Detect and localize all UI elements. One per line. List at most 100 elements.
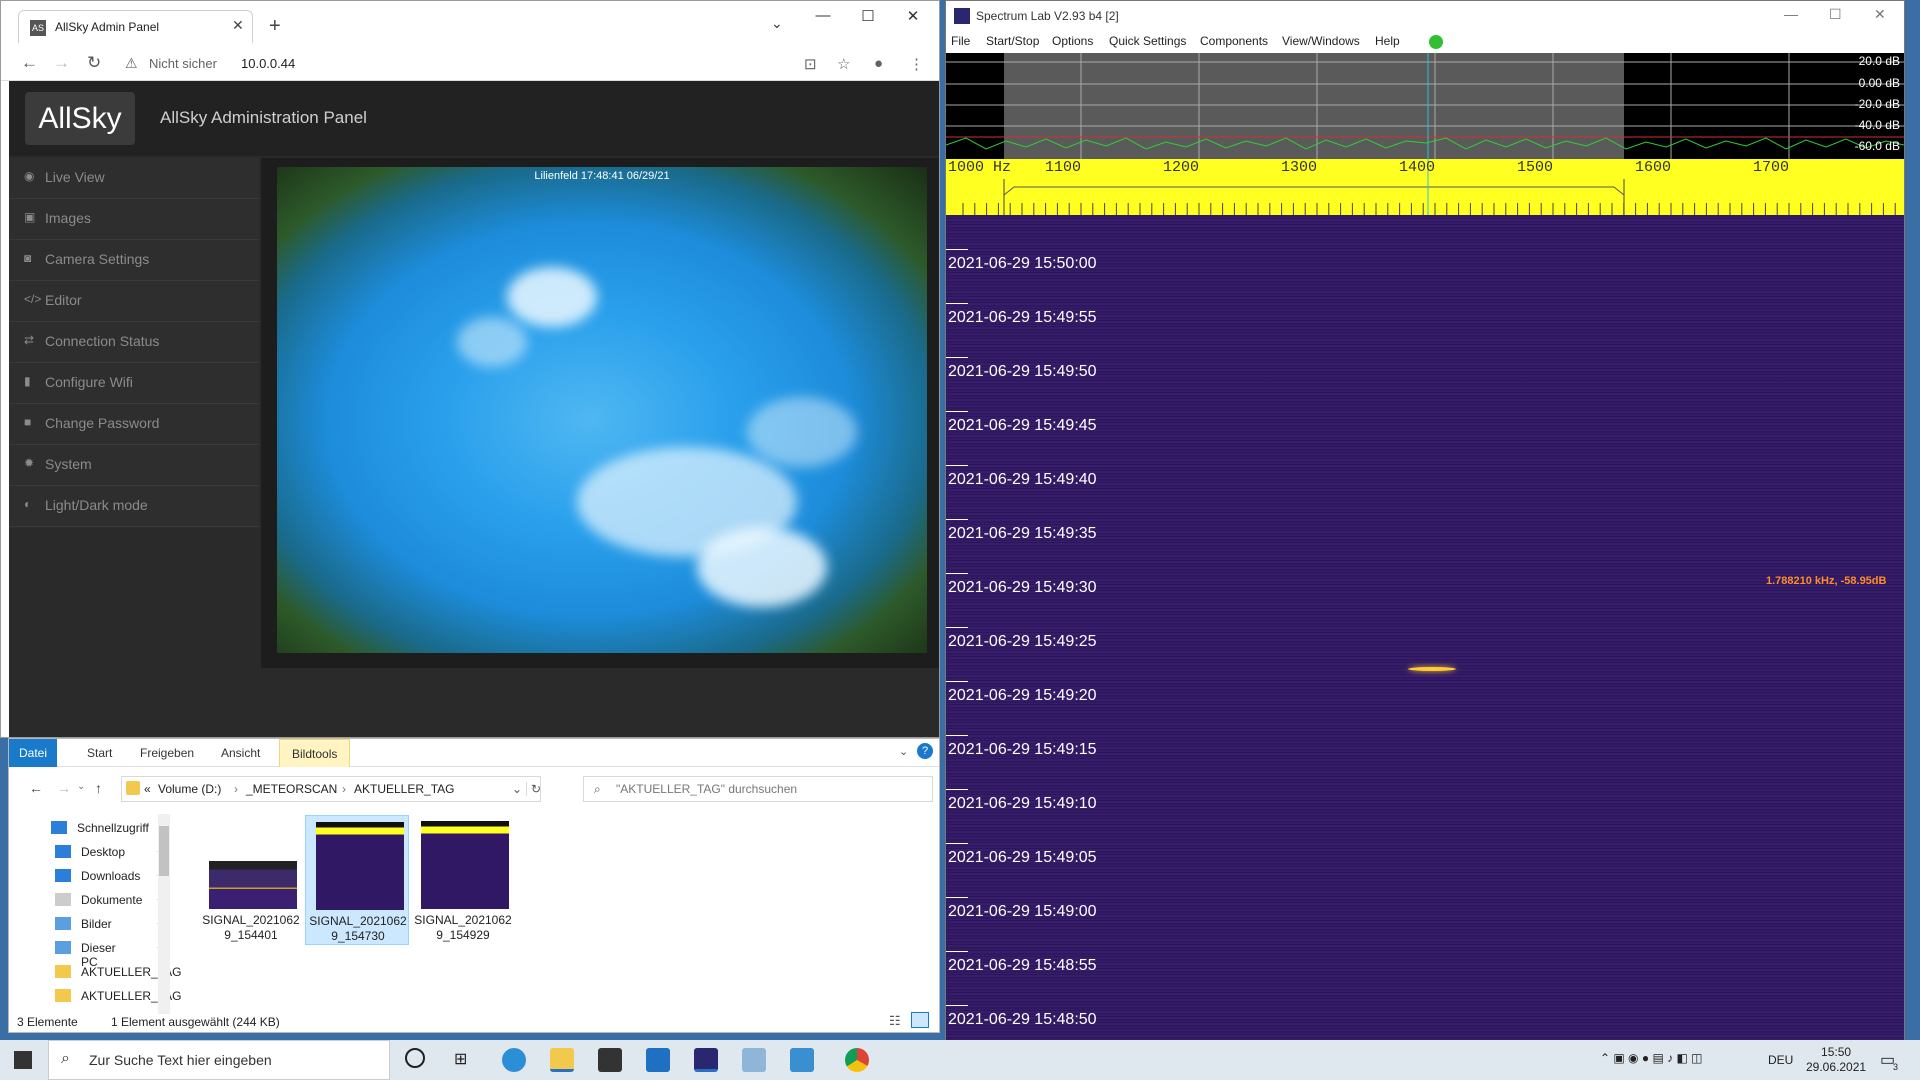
windows-start-icon[interactable] [14,1051,32,1069]
tab-freigeben[interactable]: Freigeben [140,746,194,760]
chrome-titlebar: AS AllSky Admin Panel ✕ + ⌄ — ☐ ✕ [1,1,939,51]
maximize-icon[interactable]: ☐ [846,7,890,25]
mail-icon[interactable] [646,1048,670,1072]
task-view-icon[interactable]: ⊞ [454,1049,467,1069]
forward-arrow-icon[interactable]: → [57,780,71,796]
waterfall-display[interactable]: 1.788210 kHz, -58.95dB 2021-06-29 15:50:… [946,215,1904,1040]
desktop-icon [55,845,71,858]
sidebar-item-label: System [45,456,92,472]
chrome-taskbar-icon[interactable] [845,1048,869,1072]
forward-icon[interactable]: → [53,53,70,73]
pictures-icon [55,917,71,930]
db-label: -40.0 dB [1854,118,1900,132]
language-indicator[interactable]: DEU [1768,1053,1793,1067]
file-explorer-icon[interactable] [550,1048,574,1072]
star-icon [51,821,67,834]
spectrum-menubar: File Start/Stop Options Quick Settings Compo… [946,31,1904,53]
file-thumbnail [421,821,509,909]
tray-icons[interactable]: ⌃ ▣ ◉ ● ▤ ♪ ◧ ◫ [1600,1051,1702,1065]
tab-start[interactable]: Start [87,746,112,760]
store-icon[interactable] [598,1048,622,1072]
recent-dropdown-icon[interactable]: ⌄ [77,781,85,792]
timestamp-label: 2021-06-29 15:49:00 [946,897,1097,920]
clock[interactable]: 15:50 29.06.2021 [1806,1045,1866,1075]
spectrum-menu-help[interactable]: Help [1375,34,1400,48]
sidebar-item-label: Connection Status [45,333,160,349]
minimize-icon[interactable]: — [801,7,845,24]
spectrum-menu-file[interactable]: File [951,34,970,48]
cortana-icon[interactable] [405,1048,425,1068]
back-icon[interactable]: ← [21,53,38,73]
sidebar-item-camera-settings[interactable]: ◙ Camera Settings [9,240,259,281]
large-icons-view-icon[interactable] [911,1012,929,1028]
close-icon[interactable]: ✕ [891,7,935,25]
allsky-title: AllSky Administration Panel [160,108,367,127]
frequency-label: 1400 [1399,159,1436,176]
spectrum-lab-taskbar-icon[interactable] [694,1048,718,1072]
nav-scrollbar[interactable] [158,814,170,1014]
security-label: Nicht sicher [149,56,217,71]
favicon-icon: AS [30,20,46,36]
sidebar-item-label: Change Password [45,415,160,431]
tab-search-icon[interactable]: ⌄ [771,15,783,32]
spectrum-menu-options[interactable]: Options [1052,34,1093,48]
profile-icon[interactable]: ● [874,55,883,72]
file-item[interactable]: SIGNAL_2021062 9_154401 [199,815,303,945]
sidebar-item-editor[interactable]: </> Editor [9,281,259,322]
file-name-line: 9_154730 [331,929,385,943]
nav-tree-label: Schnellzugriff [77,821,149,835]
sidebar-item-images[interactable]: ▣ Images [9,199,259,240]
eye-icon: ◉ [24,169,35,183]
address-bar[interactable]: ⚠ Nicht sicher 10.0.0.44 [119,51,799,77]
new-tab-icon[interactable]: + [269,15,281,38]
folder-icon [55,989,71,1002]
status-led-icon [1429,35,1443,49]
details-view-icon[interactable]: ☷ [889,1013,901,1029]
photos-icon[interactable] [790,1048,814,1072]
menu-icon[interactable]: ⋮ [909,55,924,73]
close-icon[interactable]: ✕ [1874,6,1886,23]
allsky-sidebar: ◉ Live View ▣ Images ◙ Camera Settings </> Edit… [9,158,259,528]
sidebar-item-live-view[interactable]: ◉ Live View [9,158,259,199]
file-item[interactable]: SIGNAL_2021062 9_154929 [411,815,515,945]
file-item[interactable]: SIGNAL_2021062 9_154730 [305,815,409,945]
spectrum-menu-components[interactable]: Components [1200,34,1268,48]
spectrum-graph: 20.0 dB 0.00 dB -20.0 dB -40.0 dB -60.0 … [946,53,1904,159]
taskbar-search-input[interactable]: ⌕ Zur Suche Text hier eingeben [48,1040,390,1080]
sidebar-item-change-password[interactable]: ■ Change Password [9,404,259,445]
sidebar-item-label: Editor [45,292,82,308]
nav-tree-label: Desktop [81,845,126,859]
sidebar-item-label: Live View [45,169,105,185]
spectrum-menu-view-windows[interactable]: View/Windows [1282,34,1360,48]
bookmark-star-icon[interactable]: ☆ [837,55,850,73]
ribbon-expand-icon[interactable]: ⌄ [899,745,908,758]
tab-close-icon[interactable]: ✕ [232,17,244,34]
app-icon[interactable] [742,1048,766,1072]
reload-icon[interactable]: ↻ [87,53,101,73]
translate-icon[interactable]: ⊡ [804,55,817,73]
tab-datei[interactable]: Datei [9,739,58,767]
frequency-scale[interactable]: 1000 Hz 1100 1200 1300 1400 1500 1600 1700 [946,159,1904,215]
minimize-icon[interactable]: — [1784,6,1798,22]
sidebar-item-light-dark-mode[interactable]: ◐ Light/Dark mode [9,486,259,527]
sidebar-item-system[interactable]: ✹ System [9,445,259,486]
spectrum-menu-start-stop[interactable]: Start/Stop [986,34,1039,48]
maximize-icon[interactable]: ☐ [1829,6,1842,23]
allsky-logo[interactable]: AllSky [25,92,135,145]
nav-tree-label: Dokumente [81,893,143,907]
clock-time: 15:50 [1821,1045,1852,1059]
browser-tab[interactable]: AS AllSky Admin Panel ✕ [18,10,253,43]
spectrum-grid [946,53,1904,159]
spectrum-menu-quick-settings[interactable]: Quick Settings [1109,34,1186,48]
sidebar-item-connection-status[interactable]: ⇄ Connection Status [9,322,259,363]
spectrum-lab-window: Spectrum Lab V2.93 b4 [2] — ☐ ✕ File Star… [945,0,1905,1040]
notification-count: 3 [1893,1062,1899,1072]
taskbar-search-placeholder: Zur Suche Text hier eingeben [89,1052,272,1068]
back-arrow-icon[interactable]: ← [29,780,43,796]
sidebar-item-configure-wifi[interactable]: ▮ Configure Wifi [9,363,259,404]
exchange-icon: ⇄ [24,333,35,347]
help-icon[interactable]: ? [917,743,933,759]
up-arrow-icon[interactable]: ↑ [95,780,102,796]
camera-icon: ◙ [24,251,32,265]
edge-icon[interactable] [502,1048,526,1072]
